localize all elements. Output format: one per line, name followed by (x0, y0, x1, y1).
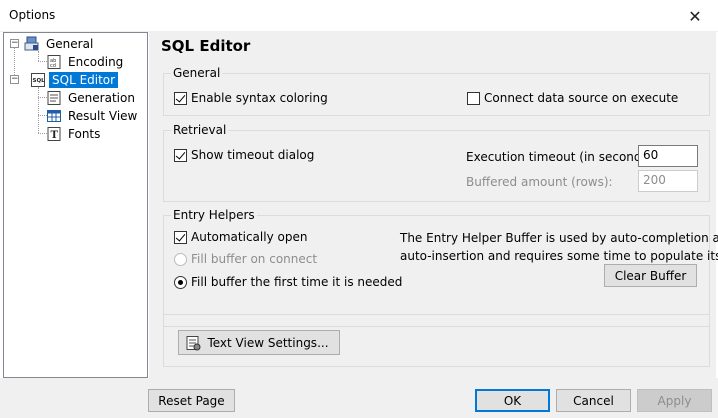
entry-helper-description: The Entry Helper Buffer is used by auto-… (400, 231, 718, 245)
clear-buffer-button[interactable]: Clear Buffer (604, 264, 697, 287)
collapse-icon[interactable]: − (10, 75, 19, 84)
group-legend: Entry Helpers (171, 208, 257, 222)
title-bar: Options ✕ (0, 0, 718, 32)
encoding-icon: ab cd (46, 54, 62, 70)
options-general-icon (24, 36, 40, 52)
tree-label: SQL Editor (49, 72, 119, 88)
execution-timeout-input[interactable]: 60 (638, 145, 698, 167)
window-title: Options (9, 8, 56, 22)
entry-helper-description: auto-insertion and requires some time to… (400, 249, 718, 263)
input-value: 60 (643, 148, 659, 162)
buffered-amount-label: Buffered amount (rows): (466, 175, 613, 189)
radio-label: Fill buffer on connect (191, 252, 318, 266)
text-view-group: Text View Settings... (163, 314, 710, 367)
button-bar: Reset Page OK Cancel Apply (0, 378, 718, 418)
settings-icon (185, 335, 201, 351)
checkbox-box[interactable] (174, 148, 187, 162)
radio-circle[interactable] (174, 275, 187, 289)
checkbox-label: Enable syntax coloring (191, 91, 328, 105)
tree-item-fonts[interactable]: T Fonts (46, 125, 103, 143)
radio-label: Fill buffer the first time it is needed (191, 275, 403, 289)
checkbox-label: Automatically open (191, 230, 308, 244)
button-label: Cancel (573, 393, 614, 408)
radio-circle[interactable] (174, 252, 187, 266)
button-label: Apply (657, 393, 692, 408)
tree-label: General (46, 37, 94, 51)
button-label: Text View Settings... (207, 335, 329, 350)
input-value: 200 (643, 173, 666, 187)
general-group: General Enable syntax coloring Connect d… (163, 66, 710, 116)
auto-open-checkbox[interactable]: Automatically open (174, 230, 307, 244)
buffered-amount-input[interactable]: 200 (638, 170, 698, 192)
tree-label: Result View (68, 109, 138, 123)
fill-on-connect-radio[interactable]: Fill buffer on connect (174, 252, 317, 266)
ok-button[interactable]: OK (475, 389, 550, 412)
button-label: Reset Page (158, 393, 225, 408)
tree-label: Encoding (68, 55, 124, 69)
group-legend: General (171, 66, 223, 80)
generation-icon (46, 90, 62, 106)
entry-helpers-group: Entry Helpers Automatically open Fill bu… (163, 208, 718, 327)
fill-first-time-radio[interactable]: Fill buffer the first time it is needed (174, 275, 402, 289)
sql-editor-icon: SQL (30, 72, 46, 88)
tree-item-encoding[interactable]: ab cd Encoding (46, 53, 126, 71)
button-label: Clear Buffer (614, 268, 687, 283)
close-icon: ✕ (688, 6, 702, 26)
grid-icon (46, 108, 62, 124)
cancel-button[interactable]: Cancel (556, 389, 631, 412)
text-view-settings-button[interactable]: Text View Settings... (178, 330, 340, 355)
execution-timeout-label: Execution timeout (in seconds): (466, 150, 657, 164)
checkbox-box[interactable] (174, 230, 187, 244)
svg-text:SQL: SQL (33, 78, 46, 84)
group-legend: Retrieval (171, 123, 229, 137)
reset-page-button[interactable]: Reset Page (148, 389, 235, 412)
show-timeout-checkbox[interactable]: Show timeout dialog (174, 148, 314, 162)
tree-label: Generation (68, 91, 135, 105)
tree-item-sql-editor[interactable]: − SQL SQL Editor (10, 71, 119, 89)
tree-line (38, 87, 39, 133)
settings-panel: SQL Editor General Enable syntax colorin… (149, 32, 718, 378)
collapse-icon[interactable]: − (10, 39, 19, 48)
tree-item-general[interactable]: − General (10, 35, 96, 53)
close-button[interactable]: ✕ (672, 0, 718, 32)
page-title: SQL Editor (161, 37, 251, 55)
tree-item-generation[interactable]: Generation (46, 89, 138, 107)
options-tree[interactable]: − General ab cd Encoding − SQL SQL Editor… (3, 32, 148, 378)
checkbox-label: Connect data source on execute (484, 91, 679, 105)
connect-on-execute-checkbox[interactable]: Connect data source on execute (467, 91, 678, 105)
svg-text:cd: cd (50, 63, 56, 69)
font-icon: T (46, 126, 62, 142)
retrieval-group: Retrieval Show timeout dialog Execution … (163, 123, 710, 202)
svg-text:T: T (51, 130, 59, 141)
tree-item-result-view[interactable]: Result View (46, 107, 140, 125)
checkbox-label: Show timeout dialog (191, 148, 315, 162)
checkbox-box[interactable] (174, 91, 187, 105)
apply-button[interactable]: Apply (637, 389, 712, 412)
checkbox-box[interactable] (467, 91, 480, 105)
enable-syntax-checkbox[interactable]: Enable syntax coloring (174, 91, 328, 105)
tree-label: Fonts (68, 127, 101, 141)
button-label: OK (503, 393, 522, 408)
